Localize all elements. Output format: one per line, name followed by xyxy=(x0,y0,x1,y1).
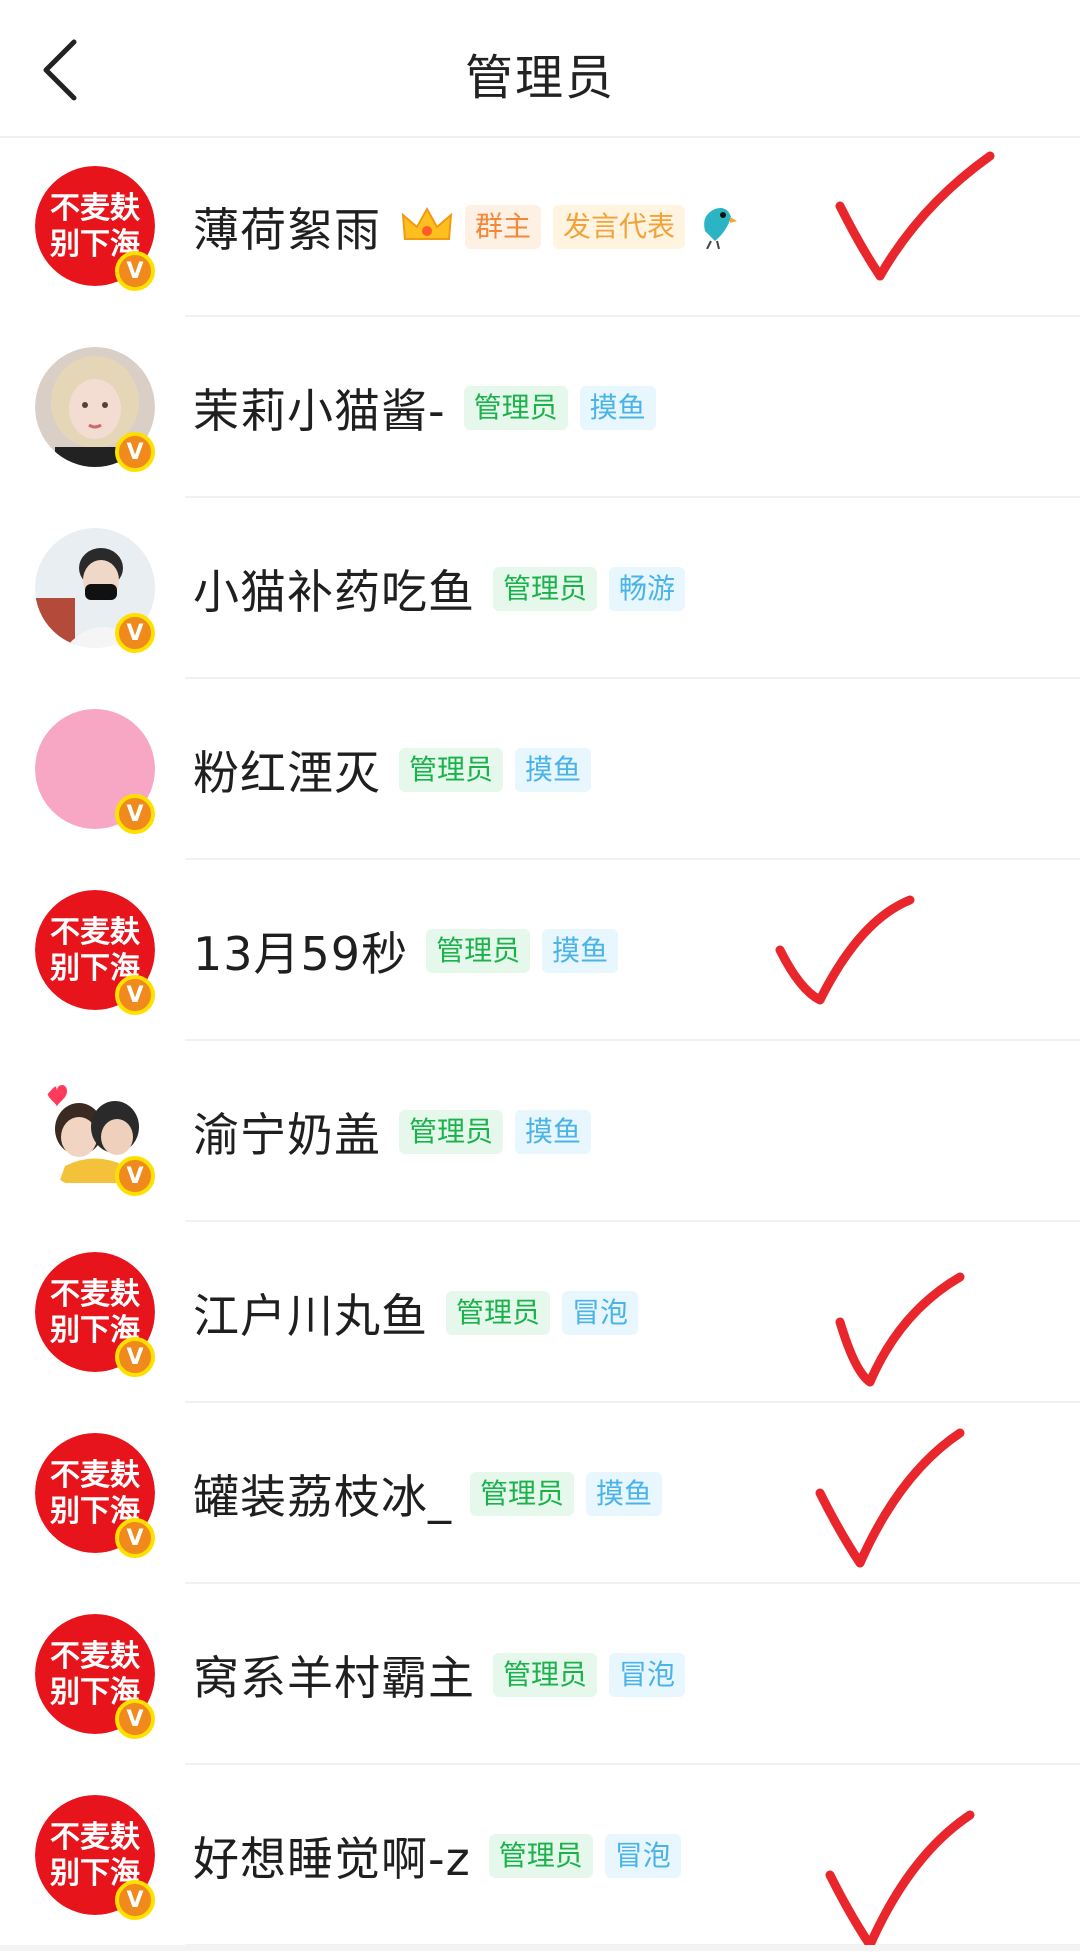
member-row[interactable]: 不麦麸 别下海 V 好想睡觉啊-z 管理员 冒泡 xyxy=(0,1765,1080,1950)
tag-admin: 管理员 xyxy=(493,566,598,611)
verified-badge-icon: V xyxy=(115,794,155,834)
member-row[interactable]: V 茉莉小猫酱- 管理员 摸鱼 xyxy=(0,317,1080,498)
verified-badge-icon: V xyxy=(115,1880,155,1920)
tag-admin: 管理员 xyxy=(399,1109,504,1154)
member-name: 小猫补药吃鱼 xyxy=(193,564,475,619)
verified-badge-icon: V xyxy=(115,251,155,291)
member-info: 渝宁奶盖 管理员 摸鱼 xyxy=(193,1041,592,1222)
member-info: 江户川丸鱼 管理员 冒泡 xyxy=(193,1222,639,1403)
top-bar: 管理员 xyxy=(0,0,1080,138)
crown-icon xyxy=(401,205,453,249)
member-name: 薄荷絮雨 xyxy=(193,202,381,257)
avatar-text-line1: 不麦麸 xyxy=(50,1458,141,1493)
member-name: 粉红湮灭 xyxy=(193,745,381,800)
member-name: 江户川丸鱼 xyxy=(193,1288,428,1343)
tag-grade: 畅游 xyxy=(609,566,686,611)
tag-admin: 管理员 xyxy=(463,385,568,430)
avatar-text-line1: 不麦麸 xyxy=(50,1639,141,1674)
page-title: 管理员 xyxy=(464,50,615,106)
tag-grade: 摸鱼 xyxy=(579,385,656,430)
check-mark-icon xyxy=(835,1272,965,1387)
member-row[interactable]: V 渝宁奶盖 管理员 摸鱼 xyxy=(0,1041,1080,1222)
member-info: 窝系羊村霸主 管理员 冒泡 xyxy=(193,1584,686,1765)
member-row[interactable]: 不麦麸 别下海 V 窝系羊村霸主 管理员 冒泡 xyxy=(0,1584,1080,1765)
bird-icon xyxy=(697,201,738,253)
member-row[interactable]: 不麦麸 别下海 V 薄荷絮雨 群主 发言代表 xyxy=(0,136,1080,317)
check-mark-icon xyxy=(825,1810,975,1950)
tag-rep: 发言代表 xyxy=(553,204,686,249)
tag-grade: 摸鱼 xyxy=(586,1471,663,1516)
tag-grade: 摸鱼 xyxy=(515,1109,592,1154)
member-row[interactable]: 不麦麸 别下海 V 13月59秒 管理员 摸鱼 xyxy=(0,860,1080,1041)
tag-admin: 管理员 xyxy=(488,1833,593,1878)
verified-badge-icon: V xyxy=(115,432,155,472)
verified-badge-icon: V xyxy=(115,1699,155,1739)
member-row[interactable]: V 小猫补药吃鱼 管理员 畅游 xyxy=(0,498,1080,679)
check-mark-icon xyxy=(775,895,915,1005)
avatar-text-line1: 不麦麸 xyxy=(50,191,141,226)
tag-grade: 摸鱼 xyxy=(542,928,619,973)
bottom-edge xyxy=(0,1945,1080,1951)
verified-badge-icon: V xyxy=(115,975,155,1015)
member-row[interactable]: 不麦麸 别下海 V 江户川丸鱼 管理员 冒泡 xyxy=(0,1222,1080,1403)
verified-badge-icon: V xyxy=(115,613,155,653)
verified-badge-icon: V xyxy=(115,1337,155,1377)
member-row[interactable]: V 粉红湮灭 管理员 摸鱼 xyxy=(0,679,1080,860)
verified-badge-icon: V xyxy=(115,1156,155,1196)
tag-owner: 群主 xyxy=(465,204,542,249)
member-name: 罐装荔枝冰_ xyxy=(193,1469,452,1524)
avatar-text-line1: 不麦麸 xyxy=(50,1820,141,1855)
member-name: 13月59秒 xyxy=(193,926,409,981)
verified-badge-icon: V xyxy=(115,1518,155,1558)
tag-grade: 冒泡 xyxy=(562,1290,639,1335)
member-name: 茉莉小猫酱- xyxy=(193,383,446,438)
tag-grade: 冒泡 xyxy=(609,1652,686,1697)
tag-grade: 冒泡 xyxy=(604,1833,681,1878)
tag-grade: 摸鱼 xyxy=(515,747,592,792)
check-mark-icon xyxy=(815,1428,965,1568)
member-info: 粉红湮灭 管理员 摸鱼 xyxy=(193,679,592,860)
member-name: 好想睡觉啊-z xyxy=(193,1831,471,1886)
member-row[interactable]: 不麦麸 别下海 V 罐装荔枝冰_ 管理员 摸鱼 xyxy=(0,1403,1080,1584)
member-info: 茉莉小猫酱- 管理员 摸鱼 xyxy=(193,317,656,498)
check-mark-icon xyxy=(835,151,995,281)
tag-admin: 管理员 xyxy=(426,928,531,973)
member-info: 薄荷絮雨 群主 发言代表 xyxy=(193,136,738,317)
member-name: 渝宁奶盖 xyxy=(193,1107,381,1162)
member-info: 小猫补药吃鱼 管理员 畅游 xyxy=(193,498,686,679)
member-info: 13月59秒 管理员 摸鱼 xyxy=(193,860,619,1041)
tag-admin: 管理员 xyxy=(399,747,504,792)
avatar-text-line1: 不麦麸 xyxy=(50,1277,141,1312)
tag-admin: 管理员 xyxy=(493,1652,598,1697)
avatar-text-line1: 不麦麸 xyxy=(50,915,141,950)
tag-admin: 管理员 xyxy=(470,1471,575,1516)
member-name: 窝系羊村霸主 xyxy=(193,1650,475,1705)
member-info: 好想睡觉啊-z 管理员 冒泡 xyxy=(193,1765,681,1946)
member-info: 罐装荔枝冰_ 管理员 摸鱼 xyxy=(193,1403,663,1584)
admin-list: 不麦麸 别下海 V 薄荷絮雨 群主 发言代表 V 茉莉小猫酱- 管理员 摸鱼 V 小猫补药吃鱼 管理员畅… xyxy=(0,136,1080,1950)
tag-admin: 管理员 xyxy=(446,1290,551,1335)
